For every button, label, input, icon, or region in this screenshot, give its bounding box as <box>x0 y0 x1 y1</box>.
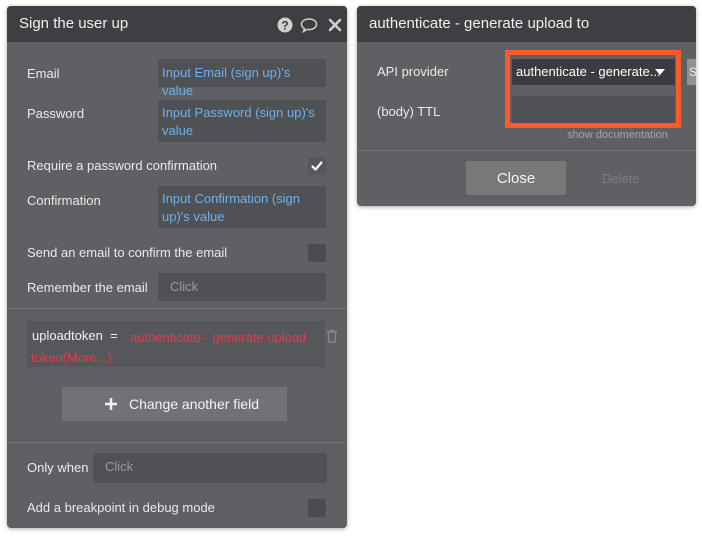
remember-email-label: Remember the email <box>27 280 148 295</box>
svg-text:?: ? <box>281 18 288 32</box>
only-when-label: Only when <box>27 460 89 475</box>
confirmation-label: Confirmation <box>27 193 101 208</box>
highlight-box <box>505 50 681 128</box>
provider-side-button[interactable]: S <box>687 59 696 85</box>
panel-header: Sign the user up ? <box>7 6 347 42</box>
breakpoint-label: Add a breakpoint in debug mode <box>27 500 215 515</box>
api-provider-label: API provider <box>377 64 449 79</box>
custom-field-row[interactable]: uploadtoken = authenticate - generate up… <box>27 321 325 367</box>
panel-header: authenticate - generate upload to <box>357 6 696 42</box>
trash-icon[interactable] <box>326 329 338 343</box>
breakpoint-checkbox[interactable] <box>308 499 326 517</box>
ttl-label: (body) TTL <box>377 104 441 119</box>
confirmation-field[interactable]: Input Confirmation (sign up)'s value <box>158 186 326 228</box>
checkmark-icon <box>311 161 323 171</box>
divider <box>7 442 347 443</box>
provider-side-button-label: S <box>689 65 696 79</box>
sign-up-action-panel: Sign the user up ? Email Input Email (si… <box>7 6 347 528</box>
close-button[interactable]: Close <box>466 161 566 195</box>
help-icon[interactable]: ? <box>277 17 293 33</box>
delete-button[interactable]: Delete <box>602 171 640 186</box>
email-field[interactable]: Input Email (sign up)'s value <box>158 59 326 98</box>
password-field[interactable]: Input Password (sign up)'s value <box>158 100 326 142</box>
divider <box>357 150 696 151</box>
api-action-panel: authenticate - generate upload to API pr… <box>357 6 696 206</box>
close-icon[interactable] <box>327 17 343 33</box>
remember-email-field[interactable]: Click <box>158 273 326 301</box>
change-another-field-label: Change another field <box>129 396 259 412</box>
show-documentation-link[interactable]: show documentation <box>567 129 668 141</box>
custom-field-value[interactable]: authenticate - generate upload token(Mor… <box>31 328 321 368</box>
panel-title: Sign the user up <box>19 15 129 32</box>
plus-icon <box>105 398 117 410</box>
close-button-label: Close <box>496 170 536 187</box>
divider <box>7 308 347 309</box>
email-label: Email <box>27 66 60 81</box>
require-confirmation-checkbox[interactable] <box>308 157 326 175</box>
panel-title: authenticate - generate upload to <box>369 15 590 32</box>
comment-icon[interactable] <box>300 17 318 33</box>
password-label: Password <box>27 106 85 121</box>
change-another-field-button[interactable]: Change another field <box>62 387 287 421</box>
only-when-field[interactable]: Click <box>93 453 327 483</box>
send-email-label: Send an email to confirm the email <box>27 245 228 260</box>
require-confirmation-label: Require a password confirmation <box>27 158 218 173</box>
send-email-checkbox[interactable] <box>308 244 326 262</box>
